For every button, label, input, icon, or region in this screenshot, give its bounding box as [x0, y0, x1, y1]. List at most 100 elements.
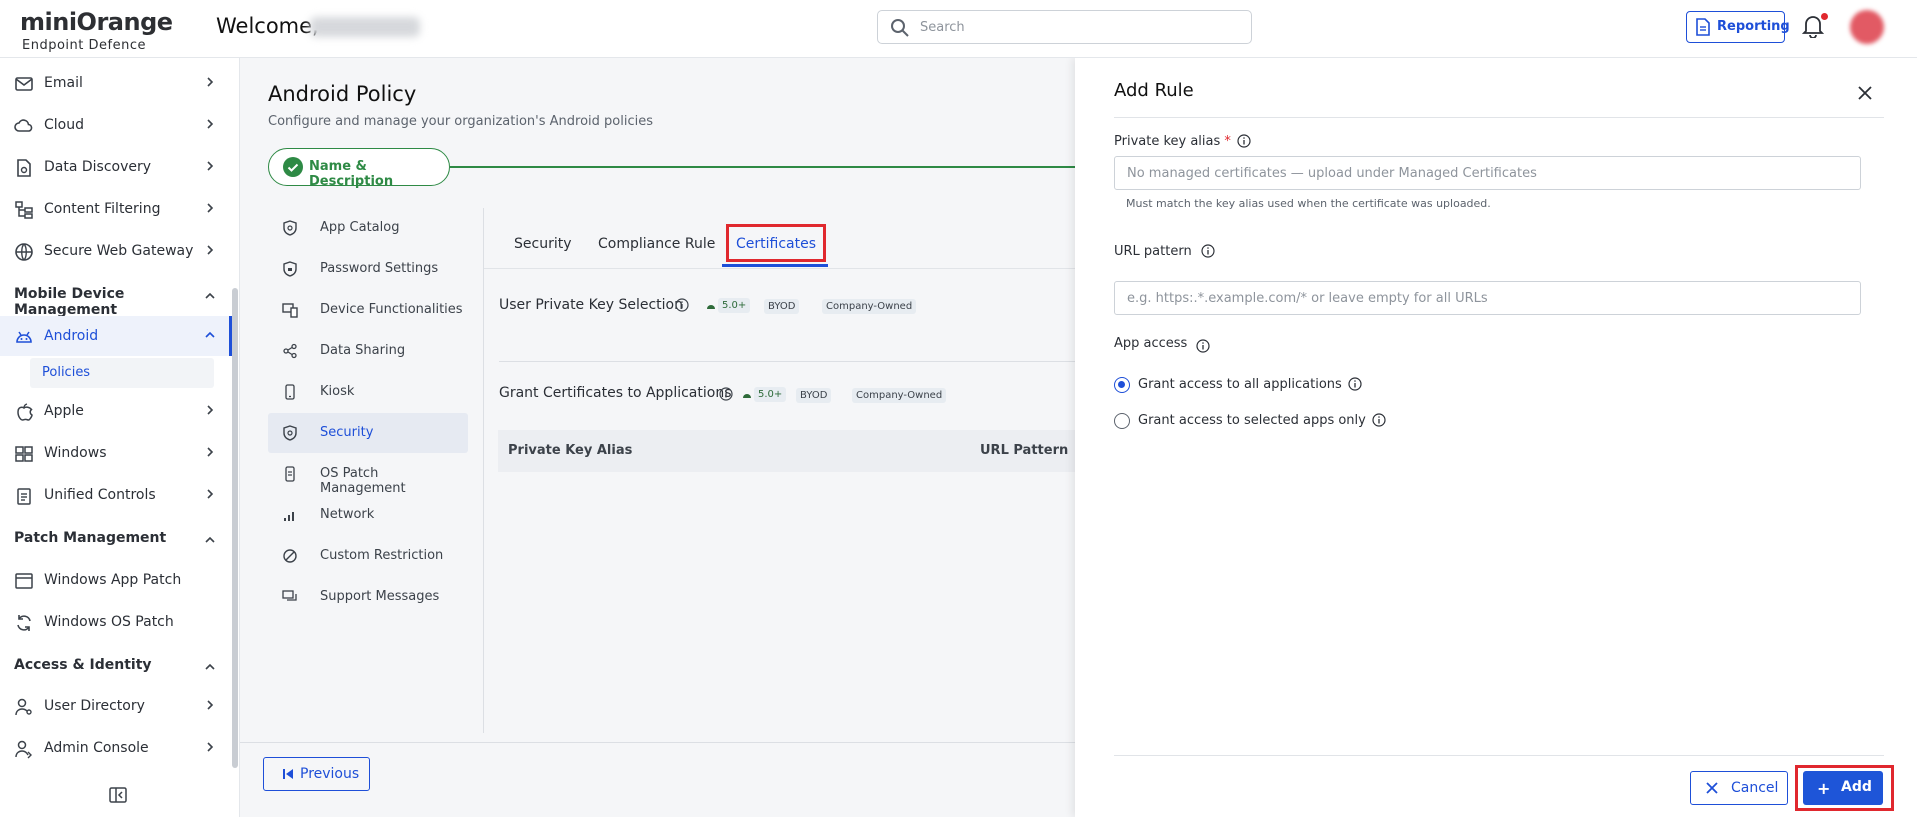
apple-icon [17, 403, 33, 421]
sidebar-item-user-directory[interactable]: User Directory [0, 686, 232, 726]
menu-item-label: App Catalog [320, 220, 400, 235]
menu-item-kiosk[interactable]: Kiosk [268, 372, 468, 412]
chevron-right-icon [207, 203, 214, 213]
product-name: Endpoint Defence [22, 38, 146, 53]
sidebar-section-mdm[interactable]: Mobile Device Management [14, 286, 224, 318]
sidebar-item-cloud[interactable]: Cloud [0, 105, 232, 145]
sidebar-item-admin-console[interactable]: Admin Console [0, 728, 232, 768]
brand-logo[interactable]: miniOrange Endpoint Defence [20, 8, 173, 53]
url-pattern-placeholder: e.g. https:.*.example.com/* or leave emp… [1127, 291, 1488, 306]
sidebar-item-content-filtering[interactable]: Content Filtering [0, 189, 232, 229]
document-icon [1696, 18, 1710, 36]
sidebar-item-email[interactable]: Email [0, 63, 232, 103]
sidebar-item-windows-os-patch[interactable]: Windows OS Patch [0, 602, 232, 642]
sidebar-item-label: Windows OS Patch [44, 614, 174, 630]
required-mark: * [1224, 134, 1231, 149]
devices-icon [282, 303, 298, 318]
sidebar-item-secure-web-gateway[interactable]: Secure Web Gateway [0, 231, 232, 271]
radio-grant-selected[interactable] [1114, 413, 1130, 429]
sidebar-section-access[interactable]: Access & Identity [14, 657, 224, 685]
menu-item-network[interactable]: Network [268, 495, 468, 535]
sidebar-section-patch[interactable]: Patch Management [14, 530, 224, 558]
menu-item-app-catalog[interactable]: App Catalog [268, 208, 468, 248]
radio-grant-all-label[interactable]: Grant access to all applications [1138, 377, 1342, 392]
menu-item-label: Kiosk [320, 384, 355, 399]
field-label-text: Private key alias [1114, 134, 1221, 149]
column-private-key-alias: Private Key Alias [508, 443, 633, 458]
close-icon[interactable] [1856, 84, 1874, 102]
collapse-sidebar-icon[interactable] [108, 785, 128, 805]
version-badge: 5.0+ [754, 387, 787, 402]
radio-grant-all[interactable] [1114, 377, 1130, 393]
previous-button[interactable]: Previous [263, 757, 370, 791]
cancel-label: Cancel [1731, 780, 1779, 796]
info-icon[interactable] [719, 387, 733, 401]
search-icon [891, 19, 909, 37]
refresh-icon [17, 615, 31, 631]
chevron-up-icon [205, 536, 215, 543]
sidebar-item-windows[interactable]: Windows [0, 433, 232, 473]
info-icon[interactable] [1237, 134, 1251, 148]
page-title: Android Policy [268, 82, 417, 106]
menu-item-password-settings[interactable]: Password Settings [268, 249, 468, 289]
sidebar-item-label: User Directory [44, 698, 145, 714]
info-icon[interactable] [1372, 413, 1386, 427]
column-url-pattern: URL Pattern [980, 443, 1069, 458]
phone-patch-icon [285, 466, 295, 482]
info-icon[interactable] [1196, 339, 1210, 353]
private-key-alias-label: Private key alias * [1114, 134, 1231, 149]
menu-item-label: Network [320, 507, 375, 522]
company-owned-badge: Company-Owned [852, 388, 947, 403]
sidebar-item-label: Android [44, 328, 99, 344]
sidebar-item-android[interactable]: Android [0, 316, 232, 356]
page-subtitle: Configure and manage your organization's… [268, 114, 653, 129]
tabs-divider [484, 268, 1075, 269]
drawer-divider [1114, 117, 1884, 118]
sidebar-item-apple[interactable]: Apple [0, 391, 232, 431]
sidebar-item-unified-controls[interactable]: Unified Controls [0, 475, 232, 515]
cancel-button[interactable]: Cancel [1690, 771, 1788, 805]
android-icon [16, 331, 32, 343]
sidebar-item-label: Windows App Patch [44, 572, 182, 588]
drawer-footer-divider [1114, 755, 1884, 756]
reporting-button[interactable]: Reporting [1686, 11, 1790, 43]
menu-item-device-functionalities[interactable]: Device Functionalities [268, 290, 468, 330]
user-key-icon [15, 698, 32, 716]
menu-item-label: Security [320, 425, 374, 440]
menu-item-label: Device Functionalities [320, 302, 463, 317]
radio-grant-selected-label[interactable]: Grant access to selected apps only [1138, 413, 1366, 428]
avatar[interactable] [1850, 10, 1884, 44]
sidebar-item-label: Unified Controls [44, 487, 156, 503]
chevron-right-icon [207, 119, 214, 129]
sidebar-item-windows-app-patch[interactable]: Windows App Patch [0, 560, 232, 600]
company-owned-badge: Company-Owned [822, 299, 917, 314]
info-icon[interactable] [1348, 377, 1362, 391]
android-badge-icon [707, 305, 715, 309]
search-placeholder: Search [920, 20, 965, 35]
info-icon[interactable] [1201, 244, 1215, 258]
drawer-title: Add Rule [1114, 80, 1194, 101]
info-icon[interactable] [675, 298, 689, 312]
search-input[interactable]: Search [877, 10, 1252, 44]
menu-item-support-messages[interactable]: Support Messages [268, 577, 468, 617]
private-key-help-text: Must match the key alias used when the c… [1126, 197, 1491, 210]
filter-tree-icon [15, 201, 33, 219]
menu-item-data-sharing[interactable]: Data Sharing [268, 331, 468, 371]
tab-security[interactable]: Security [514, 236, 572, 252]
chevron-up-icon [205, 331, 215, 338]
tab-compliance-rule[interactable]: Compliance Rule [598, 236, 715, 252]
menu-item-security[interactable]: Security [268, 413, 468, 453]
chevron-up-icon [205, 292, 215, 299]
menu-item-os-patch-management[interactable]: OS Patch Management [268, 454, 468, 496]
sidebar-item-policies[interactable]: Policies [30, 358, 214, 388]
app-access-label: App access [1114, 336, 1188, 351]
url-pattern-input[interactable]: e.g. https:.*.example.com/* or leave emp… [1114, 281, 1861, 315]
private-key-alias-input[interactable]: No managed certificates — upload under M… [1114, 156, 1861, 190]
sidebar-item-data-discovery[interactable]: Data Discovery [0, 147, 232, 187]
menu-item-custom-restriction[interactable]: Custom Restriction [268, 536, 468, 576]
section-label: Mobile Device Management [14, 286, 125, 318]
step-name-description[interactable]: Name & Description [268, 148, 450, 189]
sidebar-scrollbar[interactable] [232, 288, 238, 768]
add-button[interactable]: + Add [1803, 771, 1883, 805]
chevron-right-icon [207, 742, 214, 752]
